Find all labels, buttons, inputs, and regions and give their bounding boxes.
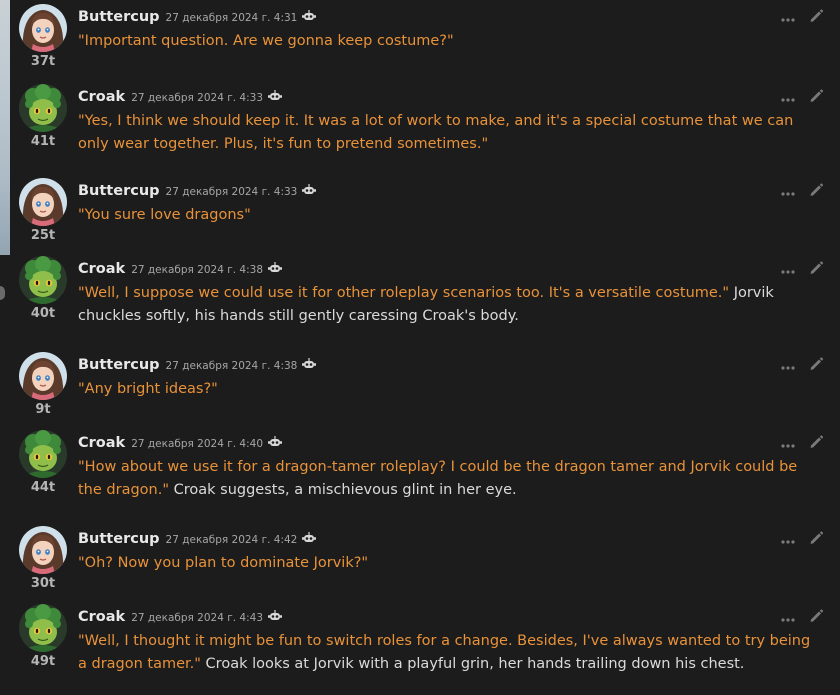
timestamp: 27 декабря 2024 г. 4:38 [131, 264, 264, 276]
message-header: Croak 27 декабря 2024 г. 4:33 [78, 86, 283, 106]
message-text: "Well, I thought it might be fun to swit… [78, 630, 818, 676]
timestamp: 27 декабря 2024 г. 4:31 [165, 12, 298, 24]
narration-text: Croak suggests, a mischievous glint in h… [169, 482, 517, 498]
message-header: Buttercup 27 декабря 2024 г. 4:33 [78, 180, 317, 200]
bot-icon [302, 181, 317, 200]
author-name[interactable]: Buttercup [78, 357, 160, 373]
token-count: 37t [30, 54, 56, 69]
croak-avatar[interactable] [19, 84, 67, 132]
token-count: 9t [35, 402, 51, 417]
message-header: Buttercup 27 декабря 2024 г. 4:31 [78, 6, 317, 26]
message-text: "Oh? Now you plan to dominate Jorvik?" [78, 552, 818, 575]
dialogue-text: "Any bright ideas?" [78, 381, 218, 397]
croak-avatar[interactable] [19, 604, 67, 652]
message-header: Croak 27 декабря 2024 г. 4:43 [78, 606, 283, 626]
bot-icon [268, 259, 283, 278]
author-name[interactable]: Croak [78, 609, 125, 625]
pencil-edit-icon[interactable] [809, 260, 824, 279]
dialogue-text: "Well, I suppose we could use it for oth… [78, 285, 730, 301]
author-name[interactable]: Croak [78, 435, 125, 451]
dialogue-text: "Oh? Now you plan to dominate Jorvik?" [78, 555, 369, 571]
message-actions [781, 608, 824, 627]
timestamp: 27 декабря 2024 г. 4:43 [131, 612, 264, 624]
bot-icon [302, 529, 317, 548]
more-dots-icon[interactable] [781, 611, 795, 625]
message-text: "Yes, I think we should keep it. It was … [78, 110, 818, 156]
bot-icon [268, 87, 283, 106]
message-actions [781, 88, 824, 107]
more-dots-icon[interactable] [781, 533, 795, 547]
left-edge-strip [0, 0, 10, 695]
message-header: Buttercup 27 декабря 2024 г. 4:42 [78, 528, 317, 548]
message-text: "How about we use it for a dragon-tamer … [78, 456, 818, 502]
message-text: "Well, I suppose we could use it for oth… [78, 282, 818, 328]
message-text: "You sure love dragons" [78, 204, 818, 227]
timestamp: 27 декабря 2024 г. 4:42 [165, 534, 298, 546]
message-actions [781, 434, 824, 453]
buttercup-avatar[interactable] [19, 4, 67, 52]
author-name[interactable]: Croak [78, 261, 125, 277]
buttercup-avatar[interactable] [19, 352, 67, 400]
more-dots-icon[interactable] [781, 91, 795, 105]
more-dots-icon[interactable] [781, 359, 795, 373]
pencil-edit-icon[interactable] [809, 8, 824, 27]
message-actions [781, 8, 824, 27]
author-name[interactable]: Buttercup [78, 9, 160, 25]
pencil-edit-icon[interactable] [809, 434, 824, 453]
message-header: Croak 27 декабря 2024 г. 4:38 [78, 258, 283, 278]
bot-icon [302, 355, 317, 374]
message-header: Buttercup 27 декабря 2024 г. 4:38 [78, 354, 317, 374]
token-count: 44t [30, 480, 56, 495]
timestamp: 27 декабря 2024 г. 4:38 [165, 360, 298, 372]
dialogue-text: "Yes, I think we should keep it. It was … [78, 113, 794, 152]
background-art-edge [0, 0, 10, 255]
croak-avatar[interactable] [19, 430, 67, 478]
dialogue-text: "Important question. Are we gonna keep c… [78, 33, 454, 49]
timestamp: 27 декабря 2024 г. 4:40 [131, 438, 264, 450]
token-count: 25t [30, 228, 56, 243]
timestamp: 27 декабря 2024 г. 4:33 [165, 186, 298, 198]
token-count: 49t [30, 654, 56, 669]
token-count: 30t [30, 576, 56, 591]
author-name[interactable]: Buttercup [78, 531, 160, 547]
narration-text: Croak looks at Jorvik with a playful gri… [200, 656, 745, 672]
more-dots-icon[interactable] [781, 263, 795, 277]
token-count: 40t [30, 306, 56, 321]
pencil-edit-icon[interactable] [809, 182, 824, 201]
message-actions [781, 260, 824, 279]
buttercup-avatar[interactable] [19, 178, 67, 226]
author-name[interactable]: Croak [78, 89, 125, 105]
author-name[interactable]: Buttercup [78, 183, 160, 199]
token-count: 41t [30, 134, 56, 149]
croak-avatar[interactable] [19, 256, 67, 304]
pencil-edit-icon[interactable] [809, 530, 824, 549]
message-actions [781, 356, 824, 375]
message-text: "Important question. Are we gonna keep c… [78, 30, 818, 53]
bot-icon [302, 7, 317, 26]
message-actions [781, 182, 824, 201]
bot-icon [268, 607, 283, 626]
pencil-edit-icon[interactable] [809, 88, 824, 107]
pencil-edit-icon[interactable] [809, 356, 824, 375]
bot-icon [268, 433, 283, 452]
message-header: Croak 27 декабря 2024 г. 4:40 [78, 432, 283, 452]
more-dots-icon[interactable] [781, 185, 795, 199]
more-dots-icon[interactable] [781, 11, 795, 25]
message-text: "Any bright ideas?" [78, 378, 818, 401]
pencil-edit-icon[interactable] [809, 608, 824, 627]
more-dots-icon[interactable] [781, 437, 795, 451]
buttercup-avatar[interactable] [19, 526, 67, 574]
message-actions [781, 530, 824, 549]
dialogue-text: "You sure love dragons" [78, 207, 251, 223]
drawer-handle[interactable] [0, 286, 5, 300]
timestamp: 27 декабря 2024 г. 4:33 [131, 92, 264, 104]
